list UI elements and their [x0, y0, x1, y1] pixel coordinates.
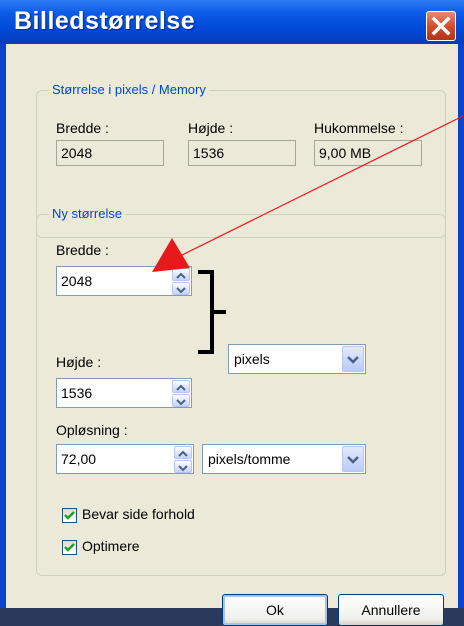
annotation-arrow-head	[152, 238, 190, 272]
link-bracket	[198, 270, 226, 354]
annotation-arrow-line	[179, 114, 464, 257]
annotation-overlay	[152, 114, 464, 354]
dialog-window: Billedstørrelse Størrelse i pixels / Mem…	[0, 0, 464, 626]
